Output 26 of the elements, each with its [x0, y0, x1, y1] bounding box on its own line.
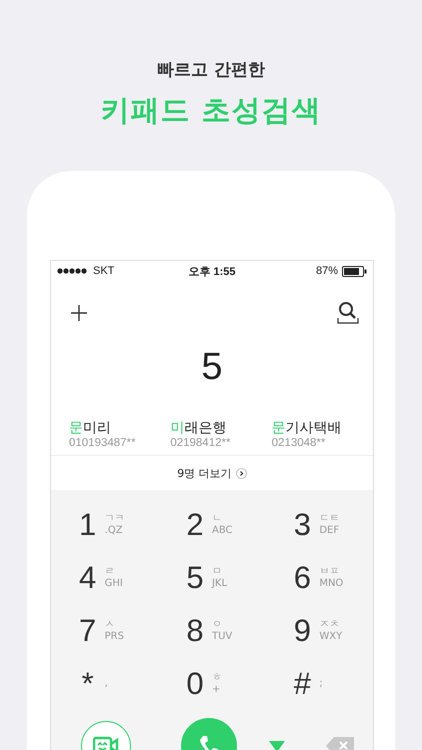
contact-name: 문기사택배 — [272, 419, 342, 437]
contact-result[interactable]: 미래은행 02198412** — [170, 419, 272, 449]
contact-number: 0213048** — [272, 437, 326, 449]
contact-result[interactable]: 문미리 010193487** — [69, 419, 170, 449]
search-icon[interactable] — [337, 301, 359, 325]
headline-subtitle: 빠르고 간편한 — [156, 59, 266, 81]
contact-number: 010193487** — [69, 437, 136, 449]
chevron-icon — [236, 468, 247, 478]
contact-result[interactable]: 문기사택배 0213048** — [272, 419, 373, 449]
contact-name: 미래은행 — [170, 419, 226, 437]
add-icon[interactable] — [70, 304, 88, 322]
keypad-key[interactable]: * , — [51, 657, 158, 710]
battery-percent: 87% — [316, 265, 338, 277]
dialed-number: 5 — [201, 345, 223, 389]
contact-name: 문미리 — [69, 419, 111, 437]
carrier-text: SKT — [93, 265, 114, 277]
status-time: 오후 1:55 — [188, 264, 236, 278]
battery-icon — [342, 266, 367, 276]
keypad-key[interactable]: # ; — [266, 657, 373, 710]
more-link[interactable]: 9명 더보기 — [177, 466, 232, 480]
signal-icon — [57, 268, 88, 274]
collapse-triangle-icon[interactable] — [269, 740, 285, 750]
video-face-icon — [93, 736, 119, 750]
headline-title: 키패드 초성검색 — [100, 92, 322, 129]
contact-number: 02198412** — [170, 437, 230, 449]
backspace-icon[interactable] — [325, 736, 355, 750]
